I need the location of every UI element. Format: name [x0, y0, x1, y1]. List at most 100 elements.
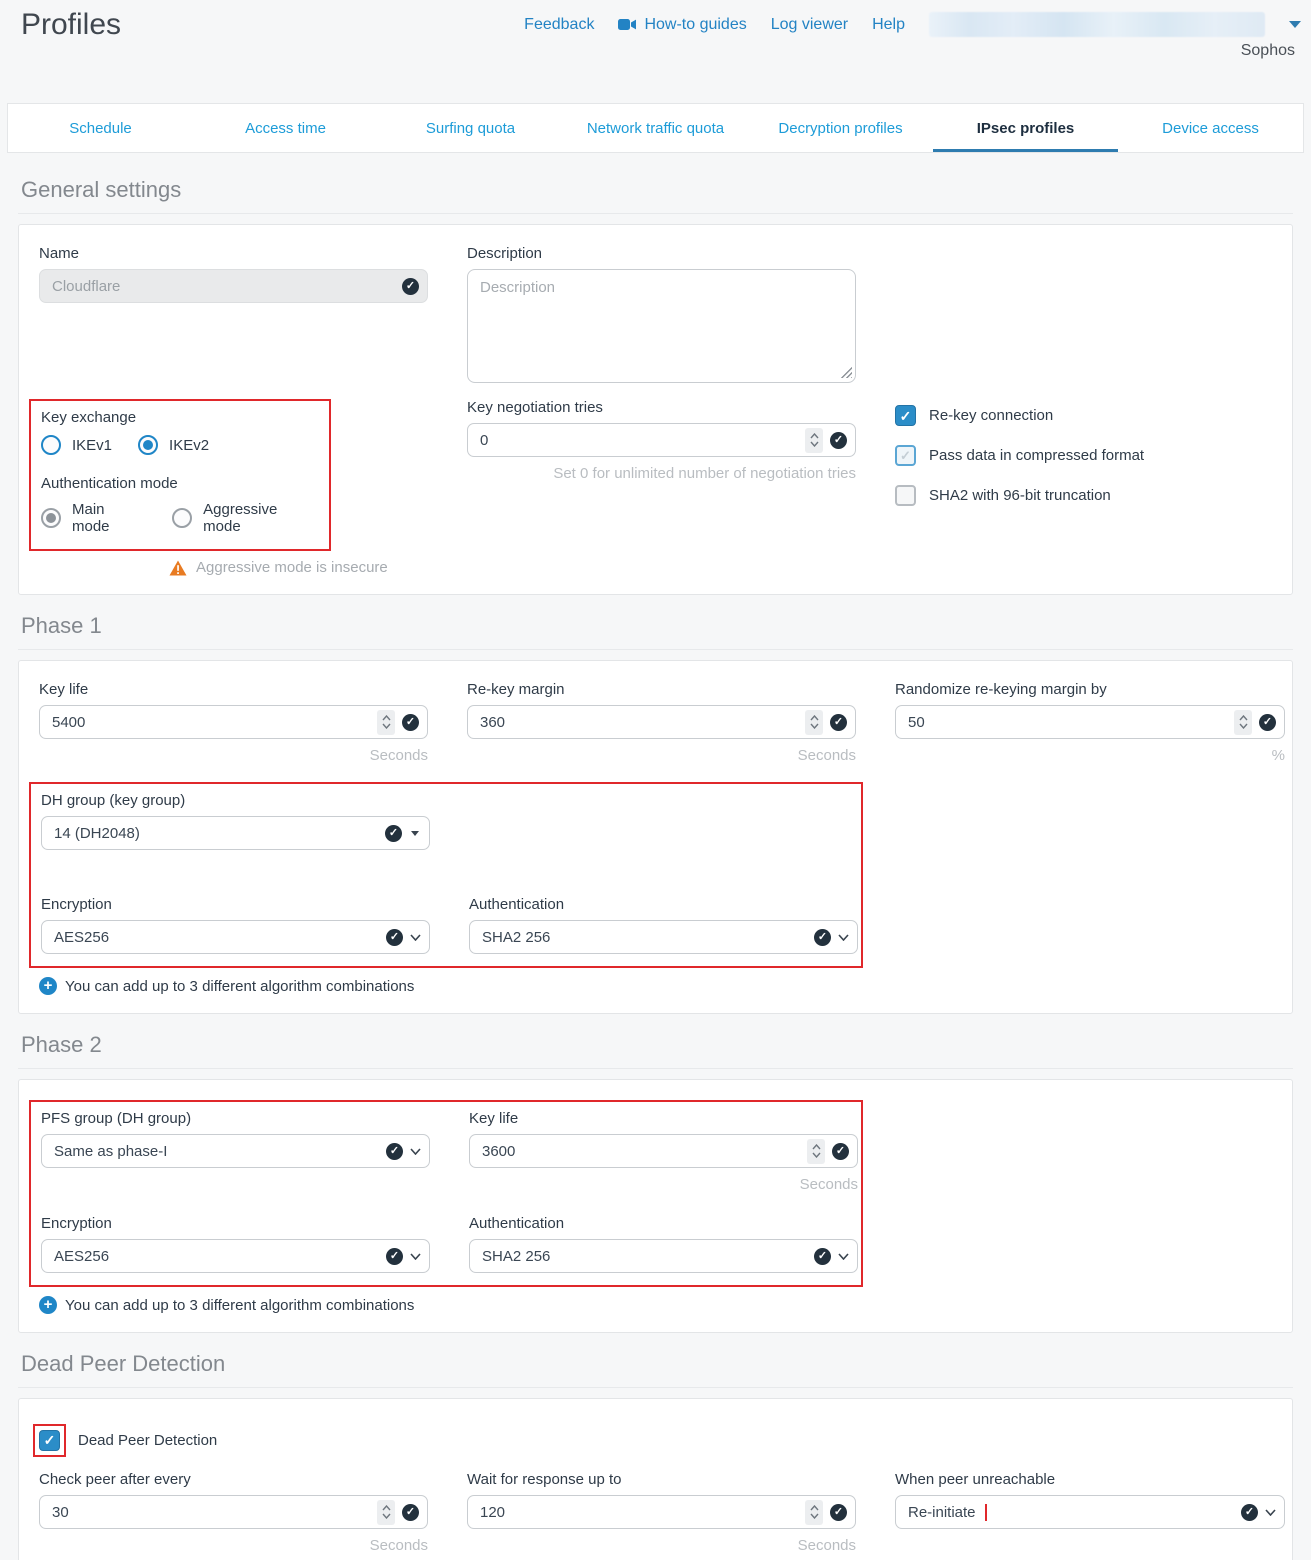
description-textarea[interactable]: [467, 269, 856, 383]
key-negotiation-label: Key negotiation tries: [467, 399, 856, 416]
help-link[interactable]: Help: [872, 16, 905, 34]
encryption-value: AES256: [54, 929, 379, 946]
tab-network-traffic-quota[interactable]: Network traffic quota: [563, 104, 748, 152]
dpd-toggle-label: Dead Peer Detection: [78, 1432, 217, 1449]
encryption-select[interactable]: AES256: [41, 1239, 430, 1273]
number-stepper[interactable]: [805, 428, 823, 453]
check-circle-icon: [385, 825, 402, 842]
key-life-input[interactable]: 5400: [39, 705, 428, 739]
authentication-group: Authentication SHA2 256: [469, 896, 858, 954]
tab-ipsec-profiles[interactable]: IPsec profiles: [933, 104, 1118, 152]
chevron-down-icon: [410, 934, 421, 941]
key-negotiation-input[interactable]: 0: [467, 423, 856, 457]
tab-device-access[interactable]: Device access: [1118, 104, 1303, 152]
rekey-connection-checkbox[interactable]: Re-key connection: [895, 405, 1285, 426]
description-group: Description: [467, 245, 856, 383]
radio-main-mode[interactable]: [41, 508, 61, 528]
wait-input[interactable]: 120: [467, 1495, 856, 1529]
ikev1-label: IKEv1: [72, 437, 112, 454]
dpd-section: Dead Peer Detection Dead Peer Detection …: [18, 1351, 1293, 1560]
number-stepper[interactable]: [805, 710, 823, 735]
randomize-input[interactable]: 50: [895, 705, 1285, 739]
log-viewer-link[interactable]: Log viewer: [771, 16, 848, 34]
account-selector[interactable]: [929, 12, 1265, 37]
warning-triangle-icon: [169, 560, 187, 576]
dpd-checkbox[interactable]: [39, 1430, 60, 1451]
howto-guides-label: How-to guides: [644, 16, 746, 34]
check-circle-icon: [386, 929, 403, 946]
wait-unit: Seconds: [467, 1537, 856, 1554]
pfs-group-value: Same as phase-I: [54, 1143, 379, 1160]
pfs-group-label: PFS group (DH group): [41, 1110, 430, 1127]
check-peer-input[interactable]: 30: [39, 1495, 428, 1529]
add-combination-note[interactable]: You can add up to 3 different algorithm …: [39, 1296, 1283, 1314]
randomize-value: 50: [908, 714, 1227, 731]
check-peer-label: Check peer after every: [39, 1471, 428, 1488]
section-title: Phase 2: [18, 1032, 1293, 1069]
name-group: Name Cloudflare: [39, 245, 428, 303]
tab-surfing-quota[interactable]: Surfing quota: [378, 104, 563, 152]
wait-response-group: Wait for response up to 120 Seconds: [467, 1471, 856, 1554]
check-circle-icon: [830, 714, 847, 731]
rekey-margin-input[interactable]: 360: [467, 705, 856, 739]
number-stepper[interactable]: [377, 710, 395, 735]
general-settings-card: Name Cloudflare Description: [18, 224, 1293, 595]
check-circle-icon: [1259, 714, 1276, 731]
name-value: Cloudflare: [52, 278, 395, 295]
check-circle-icon: [402, 714, 419, 731]
wait-value: 120: [480, 1504, 798, 1521]
randomize-unit: %: [895, 747, 1285, 764]
howto-guides-link[interactable]: How-to guides: [618, 16, 746, 34]
number-stepper[interactable]: [807, 1139, 825, 1164]
radio-ikev1[interactable]: [41, 435, 61, 455]
key-life-group: Key life 5400 Seconds: [39, 681, 428, 764]
main-mode-label: Main mode: [72, 501, 146, 535]
check-circle-icon: [386, 1143, 403, 1160]
tab-access-time[interactable]: Access time: [193, 104, 378, 152]
auth-mode-label: Authentication mode: [41, 475, 319, 492]
check-circle-icon: [1241, 1504, 1258, 1521]
number-stepper[interactable]: [377, 1500, 395, 1525]
checkbox-checked-icon: [895, 405, 916, 426]
number-stepper[interactable]: [1234, 710, 1252, 735]
authentication-label: Authentication: [469, 1215, 858, 1232]
phase1-card: Key life 5400 Seconds Re-key margin: [18, 660, 1293, 1014]
unreachable-group: When peer unreachable Re-initiate: [895, 1471, 1285, 1529]
page-title: Profiles: [21, 8, 121, 42]
chevron-down-icon: [1289, 21, 1301, 28]
feedback-link[interactable]: Feedback: [524, 16, 594, 34]
key-negotiation-group: Key negotiation tries 0 Set 0 for unlimi…: [467, 399, 856, 482]
ikev2-label: IKEv2: [169, 437, 209, 454]
authentication-select[interactable]: SHA2 256: [469, 920, 858, 954]
pfs-group-select[interactable]: Same as phase-I: [41, 1134, 430, 1168]
tab-schedule[interactable]: Schedule: [8, 104, 193, 152]
key-life-input[interactable]: 3600: [469, 1134, 858, 1168]
sha2-truncation-checkbox[interactable]: SHA2 with 96-bit truncation: [895, 485, 1285, 506]
check-circle-icon: [830, 432, 847, 449]
name-input[interactable]: Cloudflare: [39, 269, 428, 303]
wait-label: Wait for response up to: [467, 1471, 856, 1488]
check-circle-icon: [832, 1143, 849, 1160]
check-circle-icon: [830, 1504, 847, 1521]
dh-group-select[interactable]: 14 (DH2048): [41, 816, 430, 850]
annotation-box: Re-initiate: [908, 1504, 987, 1521]
unreachable-select[interactable]: Re-initiate: [895, 1495, 1285, 1529]
compressed-format-checkbox[interactable]: Pass data in compressed format: [895, 445, 1285, 466]
number-stepper[interactable]: [805, 1500, 823, 1525]
radio-aggressive-mode[interactable]: [172, 508, 192, 528]
plus-circle-icon: [39, 977, 57, 995]
aggressive-warning-text: Aggressive mode is insecure: [196, 559, 388, 576]
key-negotiation-value: 0: [480, 432, 798, 449]
annotation-box: [33, 1424, 66, 1457]
authentication-select[interactable]: SHA2 256: [469, 1239, 858, 1273]
check-circle-icon: [814, 929, 831, 946]
encryption-select[interactable]: AES256: [41, 920, 430, 954]
key-negotiation-help: Set 0 for unlimited number of negotiatio…: [467, 465, 856, 482]
checkbox-unchecked-icon: [895, 445, 916, 466]
compressed-format-label: Pass data in compressed format: [929, 447, 1144, 464]
check-peer-value: 30: [52, 1504, 370, 1521]
add-combination-note[interactable]: You can add up to 3 different algorithm …: [39, 977, 1283, 995]
radio-ikev2[interactable]: [138, 435, 158, 455]
rekey-margin-unit: Seconds: [467, 747, 856, 764]
tab-decryption-profiles[interactable]: Decryption profiles: [748, 104, 933, 152]
